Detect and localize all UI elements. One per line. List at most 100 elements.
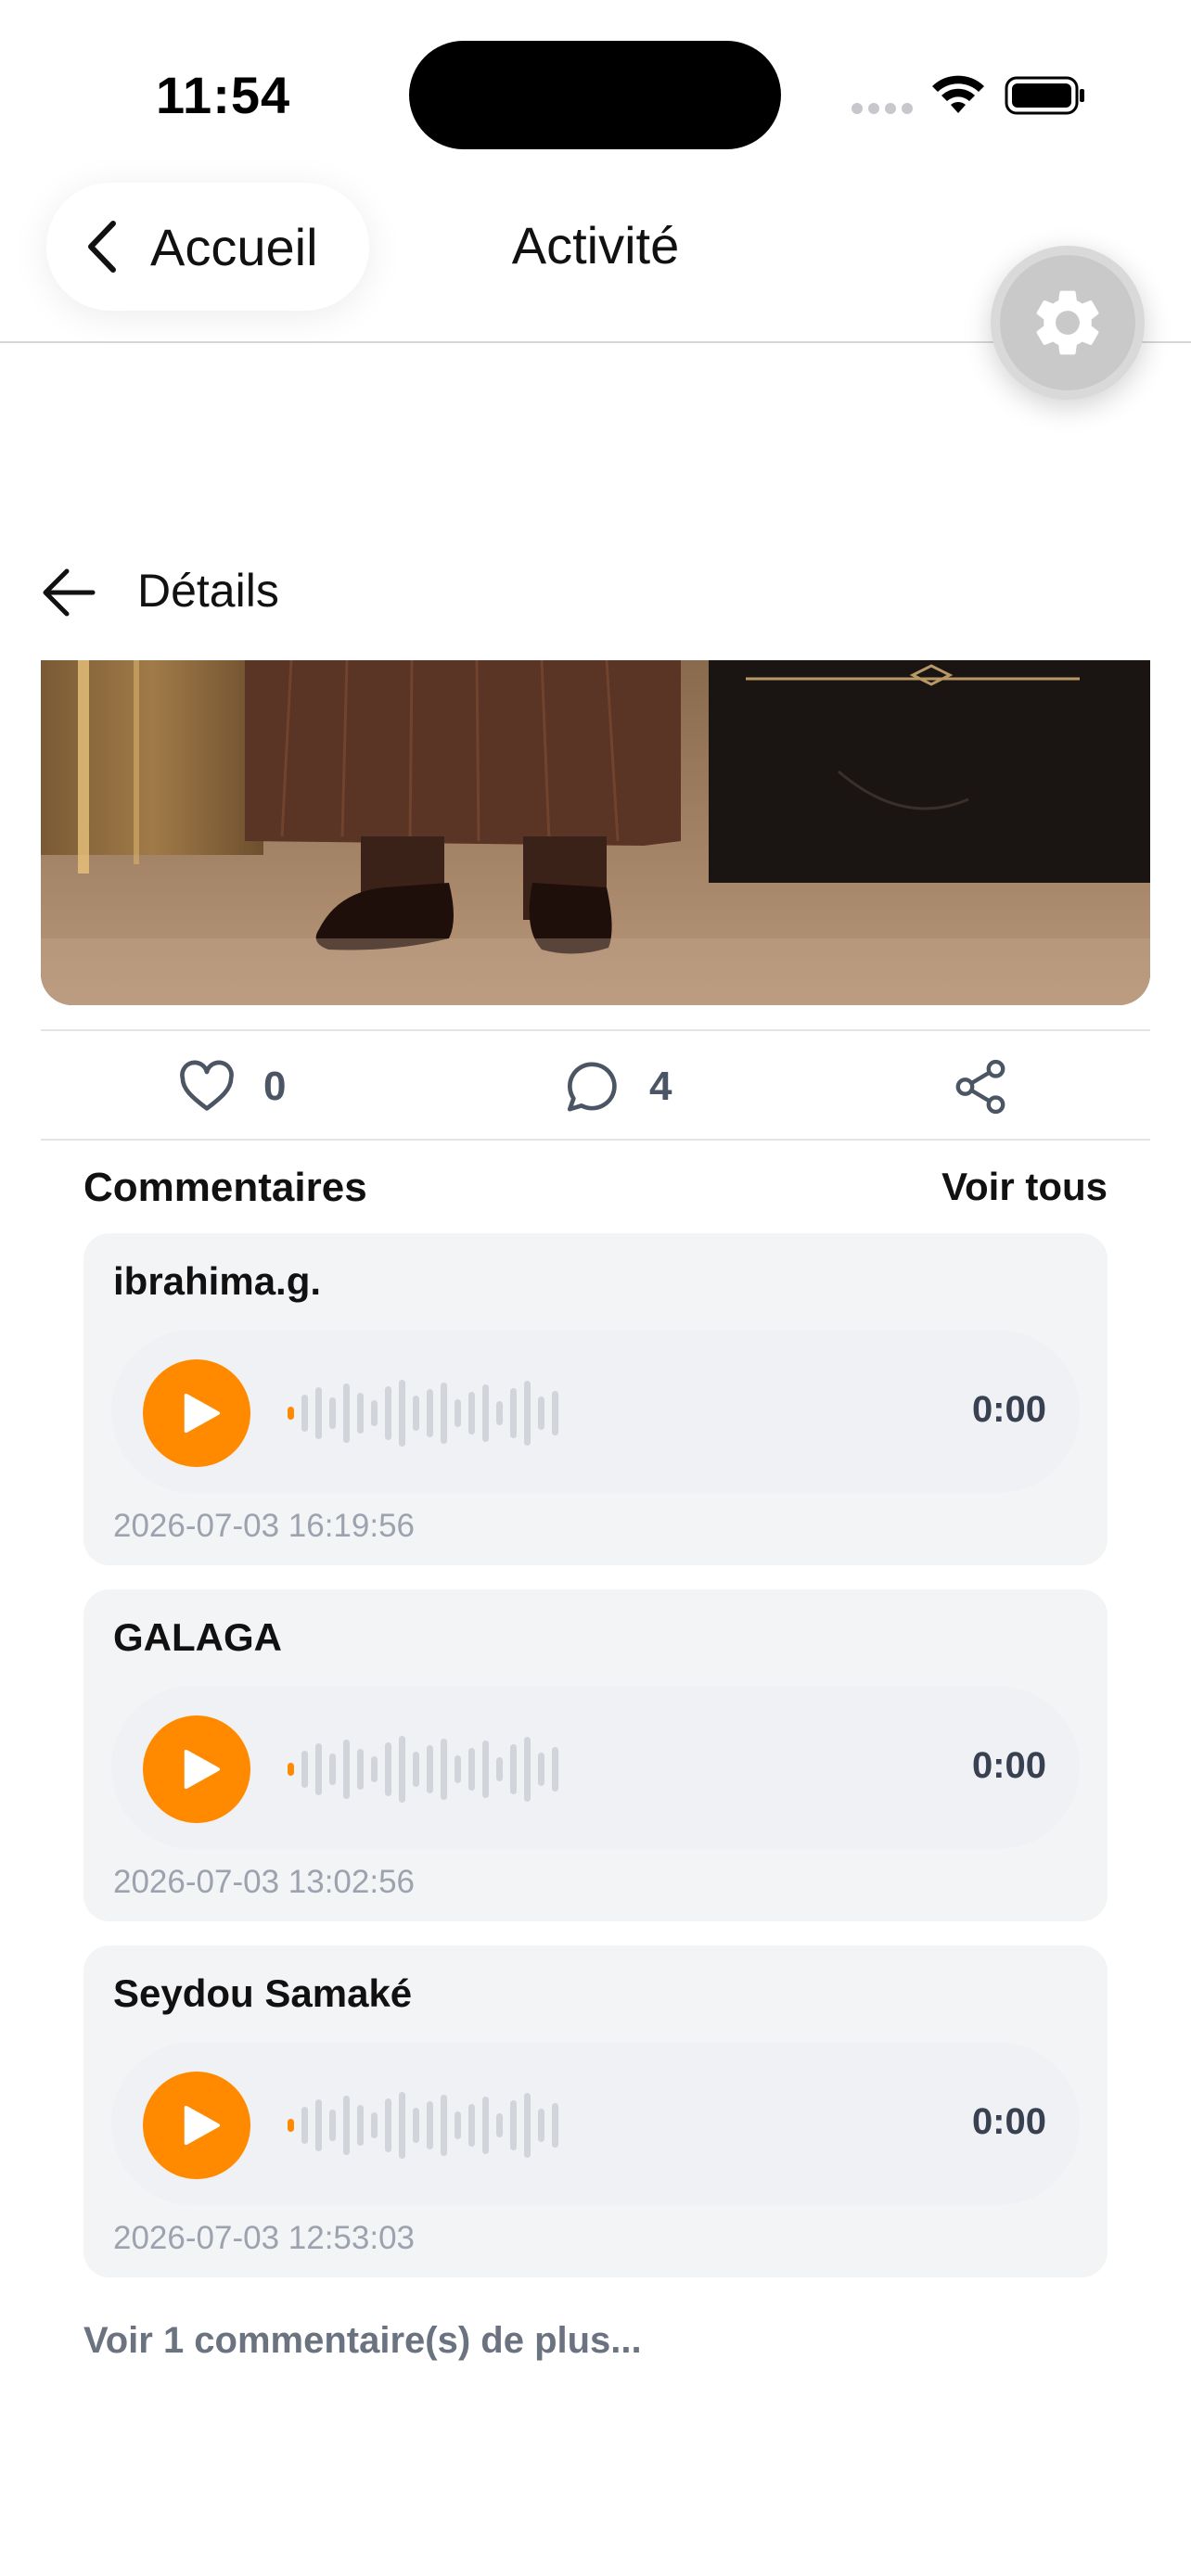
waveform-bar (427, 2101, 433, 2149)
comment-date: 2026-07-03 16:19:56 (113, 1508, 415, 1544)
comment-card: Seydou Samaké 0:00 2026-07-03 12:53:03 (83, 1945, 1108, 2277)
battery-icon (1005, 76, 1084, 115)
post-photo (41, 660, 1150, 1005)
audio-player: 0:00 (111, 1686, 1080, 1849)
play-button[interactable] (143, 1359, 250, 1467)
share-button[interactable] (950, 1057, 1011, 1116)
page-title: Activité (511, 216, 680, 274)
waveform-bar (399, 1380, 405, 1447)
cellular-signal-icon (852, 100, 915, 115)
like-count: 0 (263, 1064, 287, 1109)
comment-date: 2026-07-03 13:02:56 (113, 1864, 415, 1900)
waveform-bar (468, 2104, 475, 2147)
comment-button[interactable]: 4 (562, 1057, 672, 1116)
waveform-bar (385, 1386, 391, 1440)
comment-count: 4 (649, 1064, 672, 1109)
audio-player: 0:00 (111, 1330, 1080, 1493)
waveform-bar (441, 1739, 447, 1800)
waveform-bar (288, 1407, 294, 1420)
comment-author: Seydou Samaké (113, 1971, 413, 2015)
post-actions: 0 4 (41, 1029, 1150, 1141)
waveform-bar (343, 1740, 350, 1799)
wifi-icon (932, 75, 984, 113)
audio-duration: 0:00 (971, 1389, 1046, 1430)
play-icon (184, 2105, 221, 2146)
see-all-link[interactable]: Voir tous (941, 1165, 1108, 1209)
waveform-bar (496, 2113, 503, 2137)
waveform-bar (455, 2111, 461, 2139)
waveform-bar (468, 1748, 475, 1791)
waveform-bar (371, 2112, 378, 2138)
status-bar: 11:54 (0, 0, 1191, 176)
waveform-bar (315, 2099, 322, 2151)
details-title: Détails (137, 565, 279, 617)
waveform-bar (427, 1389, 433, 1437)
comment-card: GALAGA 0:00 2026-07-03 13:02:56 (83, 1589, 1108, 1921)
waveform-bar (510, 2100, 517, 2150)
waveform-bar (427, 1745, 433, 1793)
waveform-icon (288, 1736, 558, 1803)
waveform-bar (357, 1749, 364, 1790)
waveform-bar (301, 2107, 308, 2144)
waveform-bar (524, 2093, 531, 2158)
waveform-bar (538, 1396, 544, 1430)
waveform-bar (399, 1736, 405, 1803)
waveform-bar (482, 1741, 489, 1798)
audio-player: 0:00 (111, 2042, 1080, 2205)
dynamic-island (409, 41, 781, 149)
waveform-bar (399, 2092, 405, 2159)
waveform-bar (343, 1384, 350, 1443)
waveform-bar (538, 2109, 544, 2142)
waveform-bar (413, 1396, 419, 1431)
comment-author: ibrahima.g. (113, 1259, 322, 1303)
waveform-bar (385, 1742, 391, 1796)
waveform-bar (552, 2103, 558, 2148)
heart-icon (180, 1060, 234, 1111)
play-button[interactable] (143, 1715, 250, 1823)
waveform-bar (482, 2097, 489, 2154)
chat-bubble-icon (567, 1062, 617, 1112)
waveform-icon (288, 2092, 558, 2159)
waveform-bar (288, 1763, 294, 1776)
waveform-bar (329, 1753, 336, 1785)
more-comments-link[interactable]: Voir 1 commentaire(s) de plus... (83, 2320, 642, 2362)
comments-header: Commentaires Voir tous (83, 1165, 1108, 1220)
status-time: 11:54 (156, 66, 291, 124)
waveform-bar (524, 1381, 531, 1446)
play-icon (184, 1749, 221, 1790)
comments-title: Commentaires (83, 1165, 367, 1210)
waveform-bar (482, 1384, 489, 1442)
waveform-bar (524, 1737, 531, 1802)
waveform-bar (357, 1393, 364, 1434)
waveform-bar (538, 1753, 544, 1786)
waveform-bar (343, 2096, 350, 2155)
post-image[interactable] (41, 660, 1150, 1005)
waveform-bar (455, 1399, 461, 1427)
play-icon (184, 1393, 221, 1434)
waveform-bar (329, 2110, 336, 2141)
waveform-bar (288, 2119, 294, 2132)
waveform-bar (329, 1397, 336, 1429)
waveform-bar (510, 1388, 517, 1438)
share-icon (955, 1059, 1005, 1115)
waveform-bar (371, 1400, 378, 1426)
arrow-left-icon[interactable] (41, 566, 96, 619)
waveform-bar (496, 1401, 503, 1425)
waveform-bar (385, 2098, 391, 2152)
navigation-bar: Accueil Activité (0, 176, 1191, 400)
audio-duration: 0:00 (971, 2101, 1046, 2142)
waveform-bar (413, 2108, 419, 2143)
comment-author: GALAGA (113, 1615, 282, 1659)
comment-date: 2026-07-03 12:53:03 (113, 2220, 415, 2256)
waveform-bar (455, 1755, 461, 1783)
waveform-bar (496, 1757, 503, 1781)
details-header: Détails (0, 547, 1191, 640)
waveform-bar (315, 1387, 322, 1439)
settings-button[interactable] (991, 246, 1145, 400)
waveform-bar (301, 1751, 308, 1788)
waveform-bar (552, 1391, 558, 1435)
waveform-bar (315, 1743, 322, 1795)
play-button[interactable] (143, 2072, 250, 2179)
like-button[interactable]: 0 (176, 1057, 286, 1116)
waveform-bar (371, 1756, 378, 1782)
